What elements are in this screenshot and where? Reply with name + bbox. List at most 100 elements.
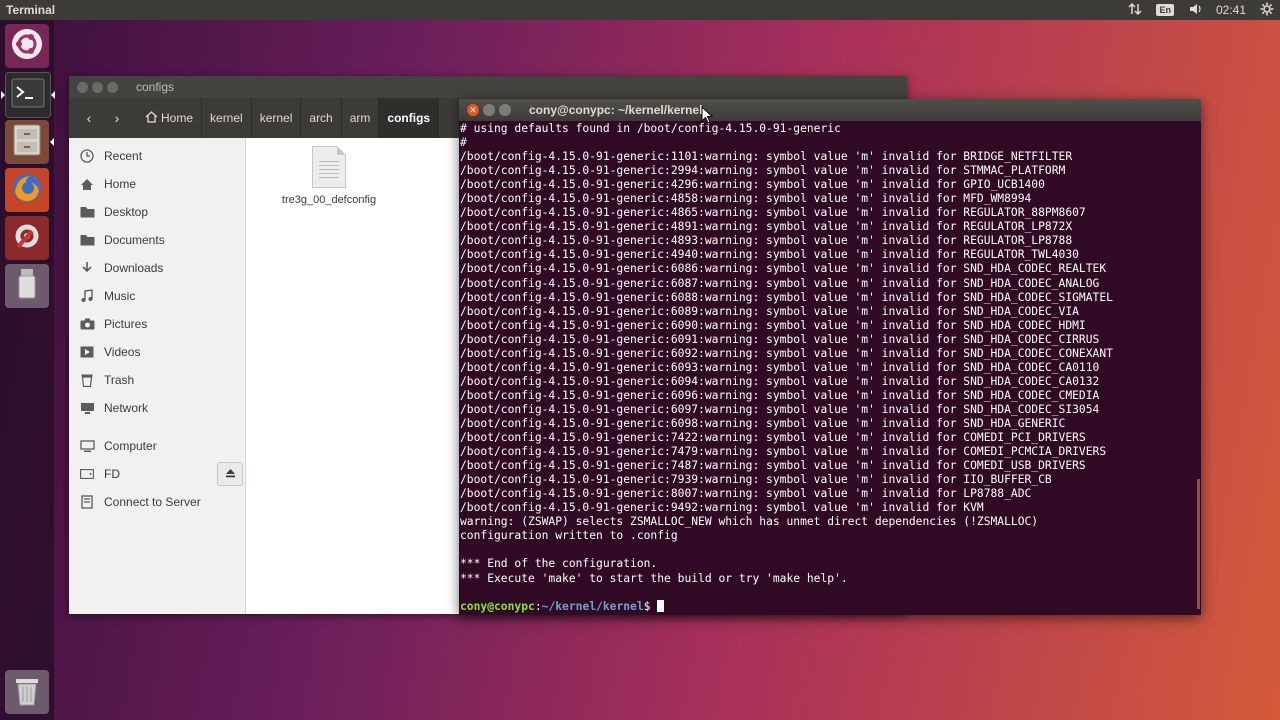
terminal-line: /boot/config-4.15.0-91-generic:6098:warn… <box>460 416 1066 430</box>
volume-icon[interactable] <box>1188 2 1202 19</box>
terminal-line: /boot/config-4.15.0-91-generic:4865:warn… <box>460 206 1086 220</box>
terminal-line: /boot/config-4.15.0-91-generic:4891:warn… <box>460 220 1073 234</box>
terminal-line: /boot/config-4.15.0-91-generic:6089:warn… <box>460 304 1079 318</box>
camera-icon <box>79 317 95 331</box>
prompt-user-host: cony@conypc <box>460 599 535 613</box>
terminal-line: *** End of the configuration. <box>460 557 658 571</box>
sidebar-item-fd[interactable]: FD <box>69 460 245 488</box>
server-icon <box>79 495 95 509</box>
terminal-output[interactable]: # using defaults found in /boot/config-4… <box>460 122 1197 615</box>
breadcrumb-kernel[interactable]: kernel <box>202 98 252 138</box>
sidebar-item-trash[interactable]: Trash <box>69 366 245 394</box>
folder-icon <box>79 205 95 219</box>
sidebar-item-pictures[interactable]: Pictures <box>69 310 245 338</box>
film-icon <box>79 345 95 359</box>
mouse-pointer-icon <box>701 105 714 129</box>
file-item[interactable]: tre3g_00_defconfig <box>274 146 384 206</box>
file-manager-titlebar[interactable]: configs <box>69 76 907 98</box>
terminal-line: warning: (ZSWAP) selects ZSMALLOC_NEW wh… <box>460 515 1039 529</box>
terminal-line: configuration written to .config <box>460 529 678 543</box>
terminal-line: /boot/config-4.15.0-91-generic:2994:warn… <box>460 164 1066 178</box>
terminal-line: # <box>460 136 467 150</box>
terminal-line: /boot/config-4.15.0-91-generic:6090:warn… <box>460 318 1086 332</box>
file-name: tre3g_00_defconfig <box>281 194 377 206</box>
sidebar-item-documents[interactable]: Documents <box>69 226 245 254</box>
breadcrumb-arch[interactable]: arch <box>301 98 342 138</box>
terminal-line: /boot/config-4.15.0-91-generic:7487:warn… <box>460 459 1086 473</box>
sidebar-item-desktop[interactable]: Desktop <box>69 198 245 226</box>
close-button[interactable]: ✕ <box>467 104 479 116</box>
terminal-line: /boot/config-4.15.0-91-generic:1101:warn… <box>460 150 1073 164</box>
terminal-line: # using defaults found in /boot/config-4… <box>460 122 841 135</box>
files-launcher[interactable] <box>5 120 54 164</box>
places-sidebar: Recent Home Desktop Documents Downloads … <box>69 138 246 614</box>
usb-drive-launcher[interactable] <box>5 264 49 308</box>
top-panel: Terminal En 02:41 <box>0 0 1280 20</box>
file-cabinet-icon <box>11 123 43 162</box>
terminal-line: /boot/config-4.15.0-91-generic:7422:warn… <box>460 431 1086 445</box>
sidebar-item-downloads[interactable]: Downloads <box>69 254 245 282</box>
trash-icon <box>12 673 42 712</box>
terminal-window: ✕ cony@conypc: ~/kernel/kernel # using d… <box>459 99 1201 615</box>
terminal-line: /boot/config-4.15.0-91-generic:4940:warn… <box>460 248 1079 262</box>
download-icon <box>79 261 95 275</box>
back-button[interactable]: ‹ <box>75 105 103 131</box>
sidebar-item-network[interactable]: Network <box>69 394 245 422</box>
terminal-line: /boot/config-4.15.0-91-generic:6087:warn… <box>460 276 1100 290</box>
terminal-line: *** Execute 'make' to start the build or… <box>460 571 848 585</box>
clock[interactable]: 02:41 <box>1216 3 1246 17</box>
system-settings-launcher[interactable] <box>5 216 49 260</box>
breadcrumb-home[interactable]: Home <box>137 98 203 138</box>
maximize-button[interactable] <box>107 81 118 93</box>
network-arrows-icon[interactable] <box>1128 2 1142 19</box>
terminal-line: /boot/config-4.15.0-91-generic:4296:warn… <box>460 178 1045 192</box>
settings-icon <box>10 219 44 258</box>
window-title: configs <box>136 80 175 94</box>
terminal-line: /boot/config-4.15.0-91-generic:6092:warn… <box>460 346 1113 360</box>
breadcrumb-arm[interactable]: arm <box>342 98 380 138</box>
sidebar-item-computer[interactable]: Computer <box>69 432 245 460</box>
sidebar-item-home[interactable]: Home <box>69 170 245 198</box>
trash-launcher[interactable] <box>5 670 49 714</box>
terminal-line: /boot/config-4.15.0-91-generic:7479:warn… <box>460 445 1107 459</box>
terminal-titlebar[interactable]: ✕ cony@conypc: ~/kernel/kernel <box>459 99 1201 121</box>
breadcrumb-configs[interactable]: configs <box>379 98 440 138</box>
minimize-button[interactable] <box>92 81 103 93</box>
folder-icon <box>79 233 95 247</box>
terminal-prompt-line: cony@conypc:~/kernel/kernel$ <box>460 599 1197 614</box>
text-document-icon <box>312 146 346 188</box>
terminal-line: /boot/config-4.15.0-91-generic:6086:warn… <box>460 262 1107 276</box>
sidebar-item-connect-to-server[interactable]: Connect to Server <box>69 488 245 516</box>
terminal-scrollbar[interactable] <box>1197 479 1200 609</box>
minimize-button[interactable] <box>483 104 495 116</box>
active-app-title: Terminal <box>6 3 56 17</box>
keyboard-layout-indicator[interactable]: En <box>1156 4 1174 16</box>
sidebar-item-music[interactable]: Music <box>69 282 245 310</box>
close-button[interactable] <box>77 81 88 93</box>
window-title: cony@conypc: ~/kernel/kernel <box>529 103 703 117</box>
terminal-line: /boot/config-4.15.0-91-generic:6088:warn… <box>460 290 1113 304</box>
eject-icon <box>225 468 236 481</box>
ubuntu-dash-button[interactable] <box>5 24 49 68</box>
network-icon <box>79 401 95 415</box>
home-icon <box>79 177 95 191</box>
breadcrumb-kernel-2[interactable]: kernel <box>252 98 302 138</box>
firefox-launcher[interactable] <box>5 168 49 212</box>
gear-icon[interactable] <box>1260 2 1274 19</box>
sidebar-item-recent[interactable]: Recent <box>69 142 245 170</box>
terminal-line: /boot/config-4.15.0-91-generic:7939:warn… <box>460 473 1052 487</box>
text-cursor <box>657 599 665 612</box>
music-icon <box>79 289 95 303</box>
eject-button[interactable] <box>217 462 243 486</box>
computer-icon <box>79 439 95 453</box>
maximize-button[interactable] <box>499 104 511 116</box>
sidebar-item-videos[interactable]: Videos <box>69 338 245 366</box>
drive-icon <box>79 467 95 481</box>
terminal-line: /boot/config-4.15.0-91-generic:6097:warn… <box>460 402 1100 416</box>
launcher <box>0 20 55 720</box>
terminal-line: /boot/config-4.15.0-91-generic:6096:warn… <box>460 388 1100 402</box>
terminal-launcher[interactable] <box>1 72 55 118</box>
forward-button[interactable]: › <box>103 105 131 131</box>
